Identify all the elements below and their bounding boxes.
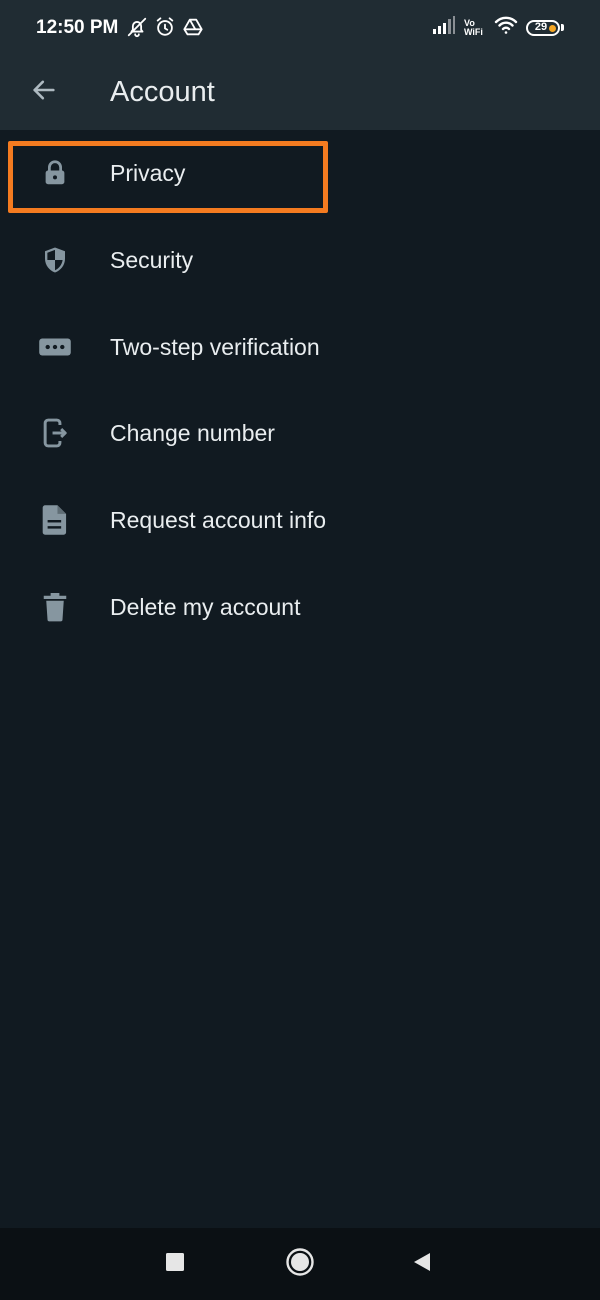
vowifi-bottom: WiFi — [464, 26, 483, 37]
status-left-icons — [126, 16, 204, 43]
menu-item-label: Privacy — [110, 160, 186, 187]
status-bar: 12:50 PM Vo WiFi 29 — [0, 0, 600, 56]
menu-item-label: Change number — [110, 420, 275, 447]
recents-square-icon — [165, 1252, 185, 1277]
menu-item-request-account-info[interactable]: Request account info — [0, 477, 600, 564]
menu-item-two-step-verification[interactable]: Two-step verification — [0, 303, 600, 390]
password-dots-icon — [38, 330, 72, 364]
document-icon — [38, 503, 72, 537]
menu-item-label: Delete my account — [110, 593, 301, 620]
account-settings-screen: 12:50 PM Vo WiFi 29 Account Privacy Secu… — [0, 0, 600, 1300]
phone-transfer-icon — [38, 416, 72, 450]
menu-item-label: Request account info — [110, 507, 327, 534]
account-menu-list: Privacy Security Two-step verification C… — [0, 130, 600, 650]
battery-body: 29 — [526, 19, 560, 36]
menu-item-delete-my-account[interactable]: Delete my account — [0, 563, 600, 650]
lock-icon — [38, 156, 72, 190]
system-back-button[interactable] — [404, 1246, 440, 1282]
battery-cap — [561, 24, 564, 31]
battery-saver-dot — [549, 24, 556, 32]
app-bar: Account — [0, 56, 600, 130]
back-triangle-icon — [411, 1251, 433, 1278]
arrow-left-icon — [30, 76, 58, 109]
alarm-icon — [154, 16, 176, 43]
back-button[interactable] — [22, 70, 66, 114]
menu-item-privacy[interactable]: Privacy — [0, 130, 600, 217]
recents-button[interactable] — [157, 1246, 193, 1282]
home-button[interactable] — [282, 1246, 318, 1282]
home-circle-icon — [285, 1247, 315, 1282]
system-nav-bar — [0, 1228, 600, 1300]
bell-off-icon — [126, 16, 148, 43]
signal-icon — [432, 15, 456, 40]
wifi-icon — [494, 15, 518, 40]
menu-item-label: Two-step verification — [110, 333, 320, 360]
menu-item-change-number[interactable]: Change number — [0, 390, 600, 477]
menu-item-label: Security — [110, 247, 194, 274]
menu-item-security[interactable]: Security — [0, 217, 600, 304]
drive-icon — [182, 16, 204, 43]
battery-icon: 29 — [526, 19, 564, 36]
status-time: 12:50 PM — [36, 17, 119, 38]
status-right-icons: Vo WiFi 29 — [432, 15, 564, 40]
vowifi-indicator: Vo WiFi — [464, 18, 486, 37]
page-title: Account — [110, 76, 215, 108]
shield-icon — [38, 243, 72, 277]
battery-level: 29 — [534, 21, 548, 33]
trash-icon — [38, 590, 72, 624]
